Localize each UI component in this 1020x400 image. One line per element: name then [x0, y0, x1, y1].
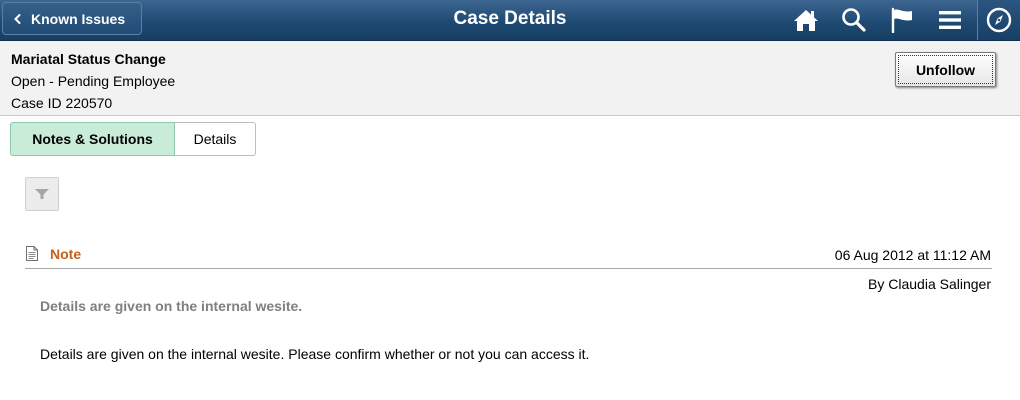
tab-bar: Notes & Solutions Details [10, 122, 256, 156]
navbar-compass-icon [986, 7, 1012, 33]
note-datetime: 06 Aug 2012 at 11:12 AM [834, 247, 991, 263]
tab-details[interactable]: Details [175, 122, 256, 156]
note-type-label[interactable]: Note [50, 246, 81, 262]
home-icon [794, 10, 818, 31]
unfollow-button[interactable]: Unfollow [895, 52, 996, 87]
search-icon [842, 8, 866, 32]
flag-icon [891, 7, 912, 33]
note-divider [25, 268, 992, 269]
case-id: Case ID 220570 [11, 95, 113, 111]
search-button[interactable] [834, 0, 874, 40]
filter-button[interactable] [25, 177, 59, 211]
filter-icon [35, 189, 49, 199]
case-summary-panel: Mariatal Status Change Open - Pending Em… [0, 41, 1020, 116]
notifications-button[interactable] [882, 0, 922, 40]
header-bar: Known Issues Case Details [0, 0, 1020, 41]
case-title: Mariatal Status Change [11, 51, 166, 67]
home-button[interactable] [786, 0, 826, 40]
menu-icon [939, 11, 961, 29]
navbar-button[interactable] [977, 0, 1020, 40]
case-status: Open - Pending Employee [11, 73, 176, 89]
chevron-left-icon [11, 12, 25, 26]
note-subject: Details are given on the internal wesite… [40, 298, 303, 314]
note-author: By Claudia Salinger [868, 276, 991, 292]
note-document-icon [26, 246, 38, 261]
tab-notes-solutions[interactable]: Notes & Solutions [10, 122, 175, 156]
actions-menu-button[interactable] [930, 0, 970, 40]
note-body: Details are given on the internal wesite… [40, 346, 590, 362]
back-button[interactable]: Known Issues [2, 2, 142, 35]
back-button-label: Known Issues [31, 10, 126, 27]
